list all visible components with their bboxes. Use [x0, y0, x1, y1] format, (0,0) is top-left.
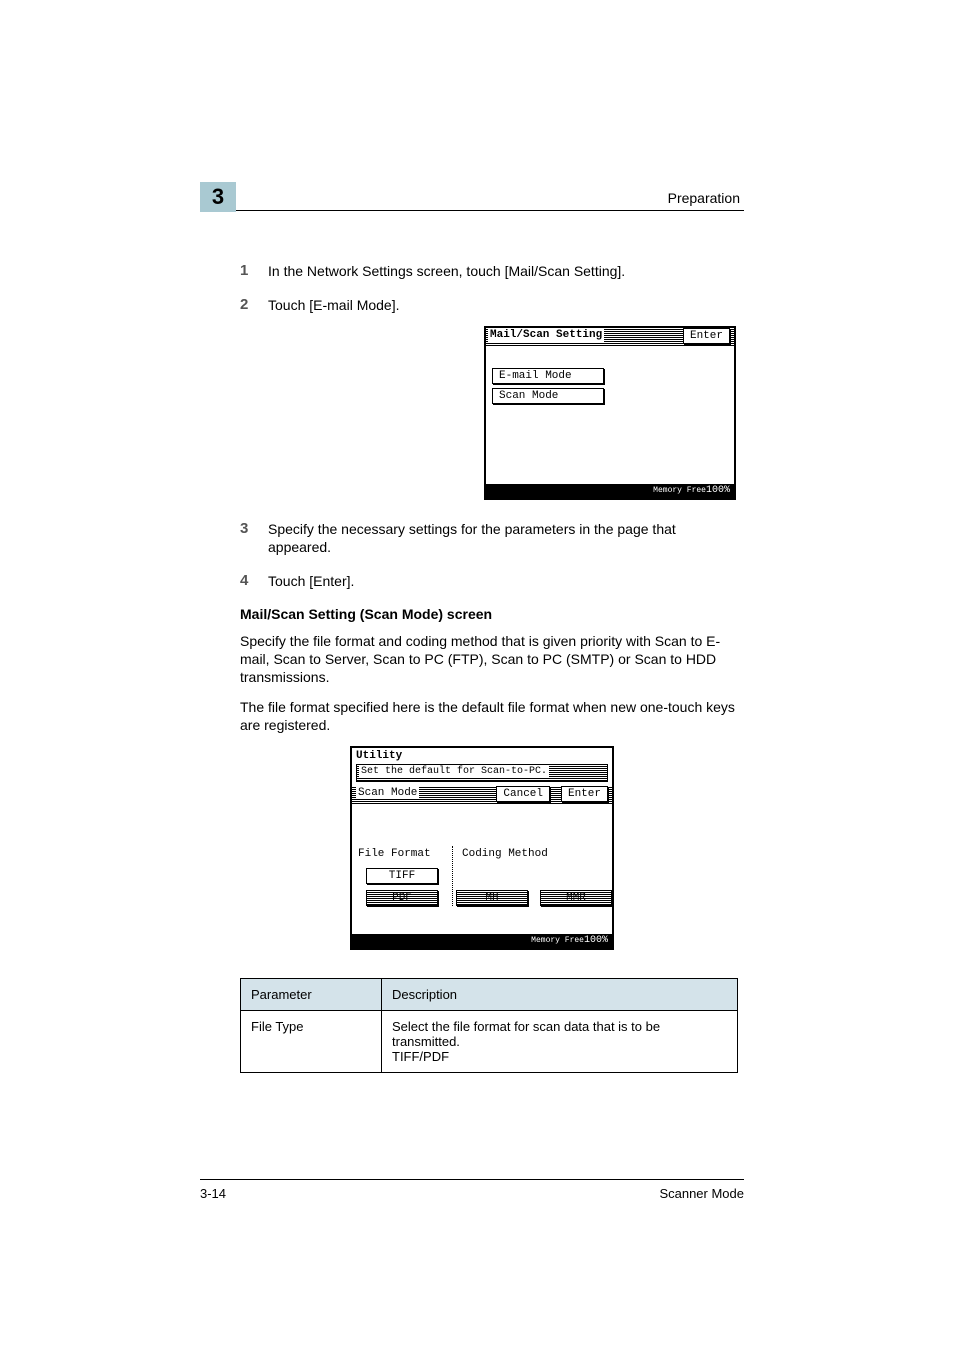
mh-button[interactable]: MH — [456, 890, 528, 906]
paragraph: The file format specified here is the de… — [240, 698, 738, 734]
coding-method-label: Coding Method — [462, 848, 548, 860]
pdf-button[interactable]: PDF — [366, 890, 438, 906]
col-parameter: Parameter — [241, 979, 382, 1011]
page-header: 3 Preparation — [200, 206, 744, 211]
scan-mode-button[interactable]: Scan Mode — [492, 388, 604, 404]
tiff-button[interactable]: TIFF — [366, 868, 438, 884]
step-4: 4 Touch [Enter]. — [240, 572, 738, 590]
paragraph: Specify the file format and coding metho… — [240, 632, 738, 686]
lcd-scan-mode-label: Scan Mode — [356, 787, 419, 799]
step-number: 3 — [240, 520, 268, 556]
table-header-row: Parameter Description — [241, 979, 738, 1011]
step-text: Touch [E-mail Mode]. — [268, 296, 438, 314]
step-number: 1 — [240, 262, 268, 280]
step-text: In the Network Settings screen, touch [M… — [268, 262, 738, 280]
step-number: 2 — [240, 296, 268, 313]
lcd-titlebar: Mail/Scan Setting Enter — [486, 328, 734, 346]
file-format-label: File Format — [358, 848, 431, 860]
memory-free-pct: 100% — [706, 485, 730, 496]
enter-button[interactable]: Enter — [683, 328, 730, 344]
lcd-utility-label: Utility — [352, 748, 612, 762]
memory-free-label: Memory Free — [653, 486, 706, 495]
lcd-titlebar: Scan Mode Cancel Enter — [352, 786, 612, 804]
page-footer: 3-14 Scanner Mode — [200, 1179, 744, 1201]
footer-mode: Scanner Mode — [659, 1186, 744, 1201]
lcd-title: Mail/Scan Setting — [488, 328, 604, 342]
lcd-screenshot-mail-scan: Mail/Scan Setting Enter E-mail Mode Scan… — [484, 326, 736, 500]
step-2: 2 Touch [E-mail Mode]. — [240, 296, 738, 314]
lcd-body: E-mail Mode Scan Mode — [486, 346, 734, 484]
lcd-instruction: Set the default for Scan-to-PC. — [356, 764, 608, 782]
memory-free-label: Memory Free — [531, 936, 584, 945]
col-description: Description — [382, 979, 738, 1011]
cell-description: Select the file format for scan data tha… — [382, 1011, 738, 1073]
lcd-status-bar: Memory Free100% — [486, 484, 734, 498]
divider — [452, 846, 453, 906]
step-3: 3 Specify the necessary settings for the… — [240, 520, 738, 556]
content-area: 1 In the Network Settings screen, touch … — [240, 262, 738, 1073]
lcd-instruction-text: Set the default for Scan-to-PC. — [359, 766, 549, 777]
table-row: File Type Select the file format for sca… — [241, 1011, 738, 1073]
enter-button[interactable]: Enter — [561, 786, 608, 802]
email-mode-button[interactable]: E-mail Mode — [492, 368, 604, 384]
lcd-screenshot-scan-mode: Utility Set the default for Scan-to-PC. … — [350, 746, 614, 950]
step-number: 4 — [240, 572, 268, 590]
lcd-status-bar: Memory Free100% — [352, 934, 612, 948]
mmr-button[interactable]: MMR — [540, 890, 612, 906]
memory-free-pct: 100% — [584, 935, 608, 946]
section-title: Preparation — [668, 190, 740, 206]
page-number: 3-14 — [200, 1186, 226, 1201]
cancel-button[interactable]: Cancel — [496, 786, 550, 802]
chapter-number-badge: 3 — [200, 182, 236, 212]
subsection-heading: Mail/Scan Setting (Scan Mode) screen — [240, 606, 738, 622]
step-text: Specify the necessary settings for the p… — [268, 520, 738, 556]
cell-parameter: File Type — [241, 1011, 382, 1073]
parameter-table: Parameter Description File Type Select t… — [240, 978, 738, 1073]
step-1: 1 In the Network Settings screen, touch … — [240, 262, 738, 280]
step-text: Touch [Enter]. — [268, 572, 738, 590]
